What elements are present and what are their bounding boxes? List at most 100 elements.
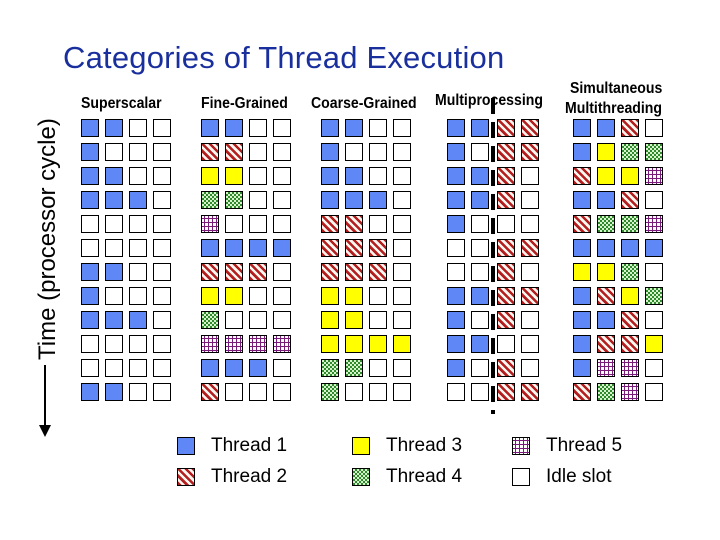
thread-2-slot	[201, 143, 219, 161]
idle-slot	[393, 383, 411, 401]
thread-1-slot	[573, 335, 591, 353]
idle-slot	[273, 191, 291, 209]
idle-slot	[225, 215, 243, 233]
thread-3-slot	[621, 287, 639, 305]
idle-slot	[645, 359, 663, 377]
thread-1-slot	[597, 191, 615, 209]
thread-5-slot	[249, 335, 267, 353]
idle-slot	[521, 167, 539, 185]
thread-3-slot	[345, 311, 363, 329]
thread-1-slot	[225, 359, 243, 377]
thread-3-slot	[621, 167, 639, 185]
thread-2-slot	[573, 215, 591, 233]
thread-2-slot	[497, 119, 515, 137]
thread-2-slot	[497, 383, 515, 401]
thread-5-slot	[645, 215, 663, 233]
idle-slot	[81, 359, 99, 377]
thread-2-slot	[597, 335, 615, 353]
thread-1-slot	[471, 167, 489, 185]
thread-2-slot	[321, 215, 339, 233]
thread-1-slot	[81, 287, 99, 305]
thread-2-slot	[345, 263, 363, 281]
idle-slot	[645, 311, 663, 329]
thread-1-slot	[471, 335, 489, 353]
thread-3-slot	[225, 287, 243, 305]
idle-slot	[521, 263, 539, 281]
thread-1-slot	[105, 167, 123, 185]
idle-slot	[249, 287, 267, 305]
thread-3-slot	[597, 263, 615, 281]
idle-slot	[369, 143, 387, 161]
idle-slot	[471, 215, 489, 233]
idle-slot	[521, 335, 539, 353]
thread-2-slot	[249, 263, 267, 281]
thread-3-slot	[321, 335, 339, 353]
thread-1-slot	[105, 119, 123, 137]
thread-2-slot	[597, 287, 615, 305]
thread-3-slot	[645, 335, 663, 353]
idle-slot	[129, 167, 147, 185]
legend-label: Thread 5	[546, 435, 623, 456]
idle-slot	[225, 383, 243, 401]
idle-slot	[249, 383, 267, 401]
legend-item-thread-5: Thread 5	[512, 435, 623, 456]
thread-1-slot	[447, 119, 465, 137]
idle-slot	[471, 239, 489, 257]
idle-slot	[105, 359, 123, 377]
legend-label: Idle slot	[546, 466, 612, 487]
thread-1-slot	[471, 287, 489, 305]
idle-slot	[105, 143, 123, 161]
thread-1-slot	[621, 239, 639, 257]
thread-2-slot	[345, 239, 363, 257]
idle-slot	[393, 359, 411, 377]
thread-1-slot	[573, 287, 591, 305]
thread-3-slot	[597, 143, 615, 161]
idle-slot	[129, 215, 147, 233]
thread-1-slot	[249, 359, 267, 377]
thread-1-slot	[225, 239, 243, 257]
idle-slot	[249, 167, 267, 185]
idle-slot	[81, 239, 99, 257]
thread-2-slot	[497, 311, 515, 329]
thread-2-slot	[201, 383, 219, 401]
thread-2-slot	[497, 167, 515, 185]
thread-4-slot	[597, 383, 615, 401]
thread-1-slot	[447, 335, 465, 353]
idle-slot	[393, 263, 411, 281]
thread-3-swatch	[352, 437, 370, 455]
thread-1-slot	[597, 239, 615, 257]
thread-1-slot	[321, 143, 339, 161]
thread-1-slot	[573, 359, 591, 377]
idle-slot	[249, 119, 267, 137]
thread-1-slot	[81, 167, 99, 185]
idle-slot	[645, 119, 663, 137]
thread-1-slot	[573, 143, 591, 161]
thread-1-slot	[597, 119, 615, 137]
thread-2-slot	[497, 263, 515, 281]
thread-1-slot	[273, 239, 291, 257]
thread-1-slot	[447, 215, 465, 233]
slide-title: Categories of Thread Execution	[63, 40, 505, 75]
processor-divider-dashed-line	[491, 98, 495, 414]
thread-1-slot	[81, 191, 99, 209]
idle-slot	[393, 191, 411, 209]
idle-slot	[249, 215, 267, 233]
idle-slot	[249, 191, 267, 209]
legend-item-idle-slot: Idle slot	[512, 466, 612, 487]
idle-slot	[369, 383, 387, 401]
category-label-coarse-grained: Coarse-Grained	[311, 95, 417, 112]
legend-item-thread-3: Thread 3	[352, 435, 462, 456]
idle-slot	[447, 383, 465, 401]
thread-1-slot	[201, 119, 219, 137]
idle-slot	[129, 383, 147, 401]
thread-1-slot	[447, 359, 465, 377]
idle-slot	[369, 311, 387, 329]
thread-1-slot	[573, 119, 591, 137]
idle-slot	[129, 119, 147, 137]
idle-slot	[471, 143, 489, 161]
idle-slot	[153, 167, 171, 185]
idle-slot	[369, 359, 387, 377]
thread-2-slot	[497, 287, 515, 305]
thread-4-slot	[321, 359, 339, 377]
idle-slot	[471, 383, 489, 401]
